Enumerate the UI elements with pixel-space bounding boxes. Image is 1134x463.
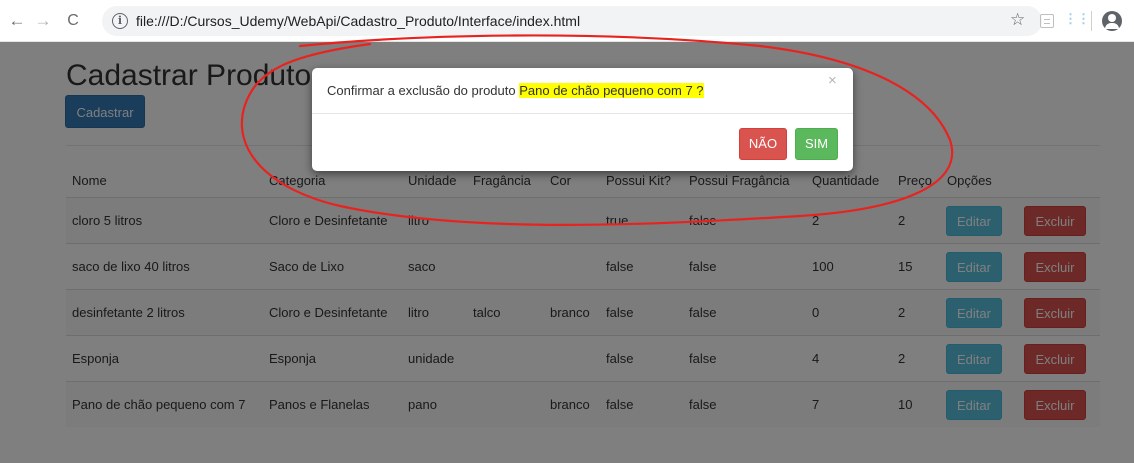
toolbar-divider: [1091, 11, 1092, 31]
forward-icon[interactable]: →: [32, 10, 54, 32]
address-bar[interactable]: i file:///D:/Cursos_Udemy/WebApi/Cadastr…: [102, 6, 1042, 36]
extension-2-icon[interactable]: ⋮⋮: [1064, 11, 1090, 27]
browser-toolbar: ← → C i file:///D:/Cursos_Udemy/WebApi/C…: [0, 0, 1134, 42]
close-icon[interactable]: ×: [828, 72, 837, 89]
profile-icon[interactable]: [1102, 11, 1122, 31]
confirm-delete-modal: Confirmar a exclusão do produto Pano de …: [312, 68, 853, 171]
bookmark-star-icon[interactable]: ☆: [1010, 10, 1025, 30]
modal-product-name: Pano de chão pequeno com 7 ?: [519, 83, 704, 98]
modal-message: Confirmar a exclusão do produto Pano de …: [327, 83, 704, 98]
no-button[interactable]: NÃO: [739, 128, 787, 160]
back-icon[interactable]: ←: [6, 10, 28, 32]
url-text[interactable]: file:///D:/Cursos_Udemy/WebApi/Cadastro_…: [136, 13, 580, 29]
modal-body: Confirmar a exclusão do produto Pano de …: [312, 68, 853, 114]
info-icon[interactable]: i: [112, 13, 128, 29]
reload-icon[interactable]: C: [62, 10, 84, 32]
modal-message-prefix: Confirmar a exclusão do produto: [327, 83, 520, 98]
yes-button[interactable]: SIM: [795, 128, 838, 160]
extension-icon[interactable]: [1040, 14, 1054, 28]
